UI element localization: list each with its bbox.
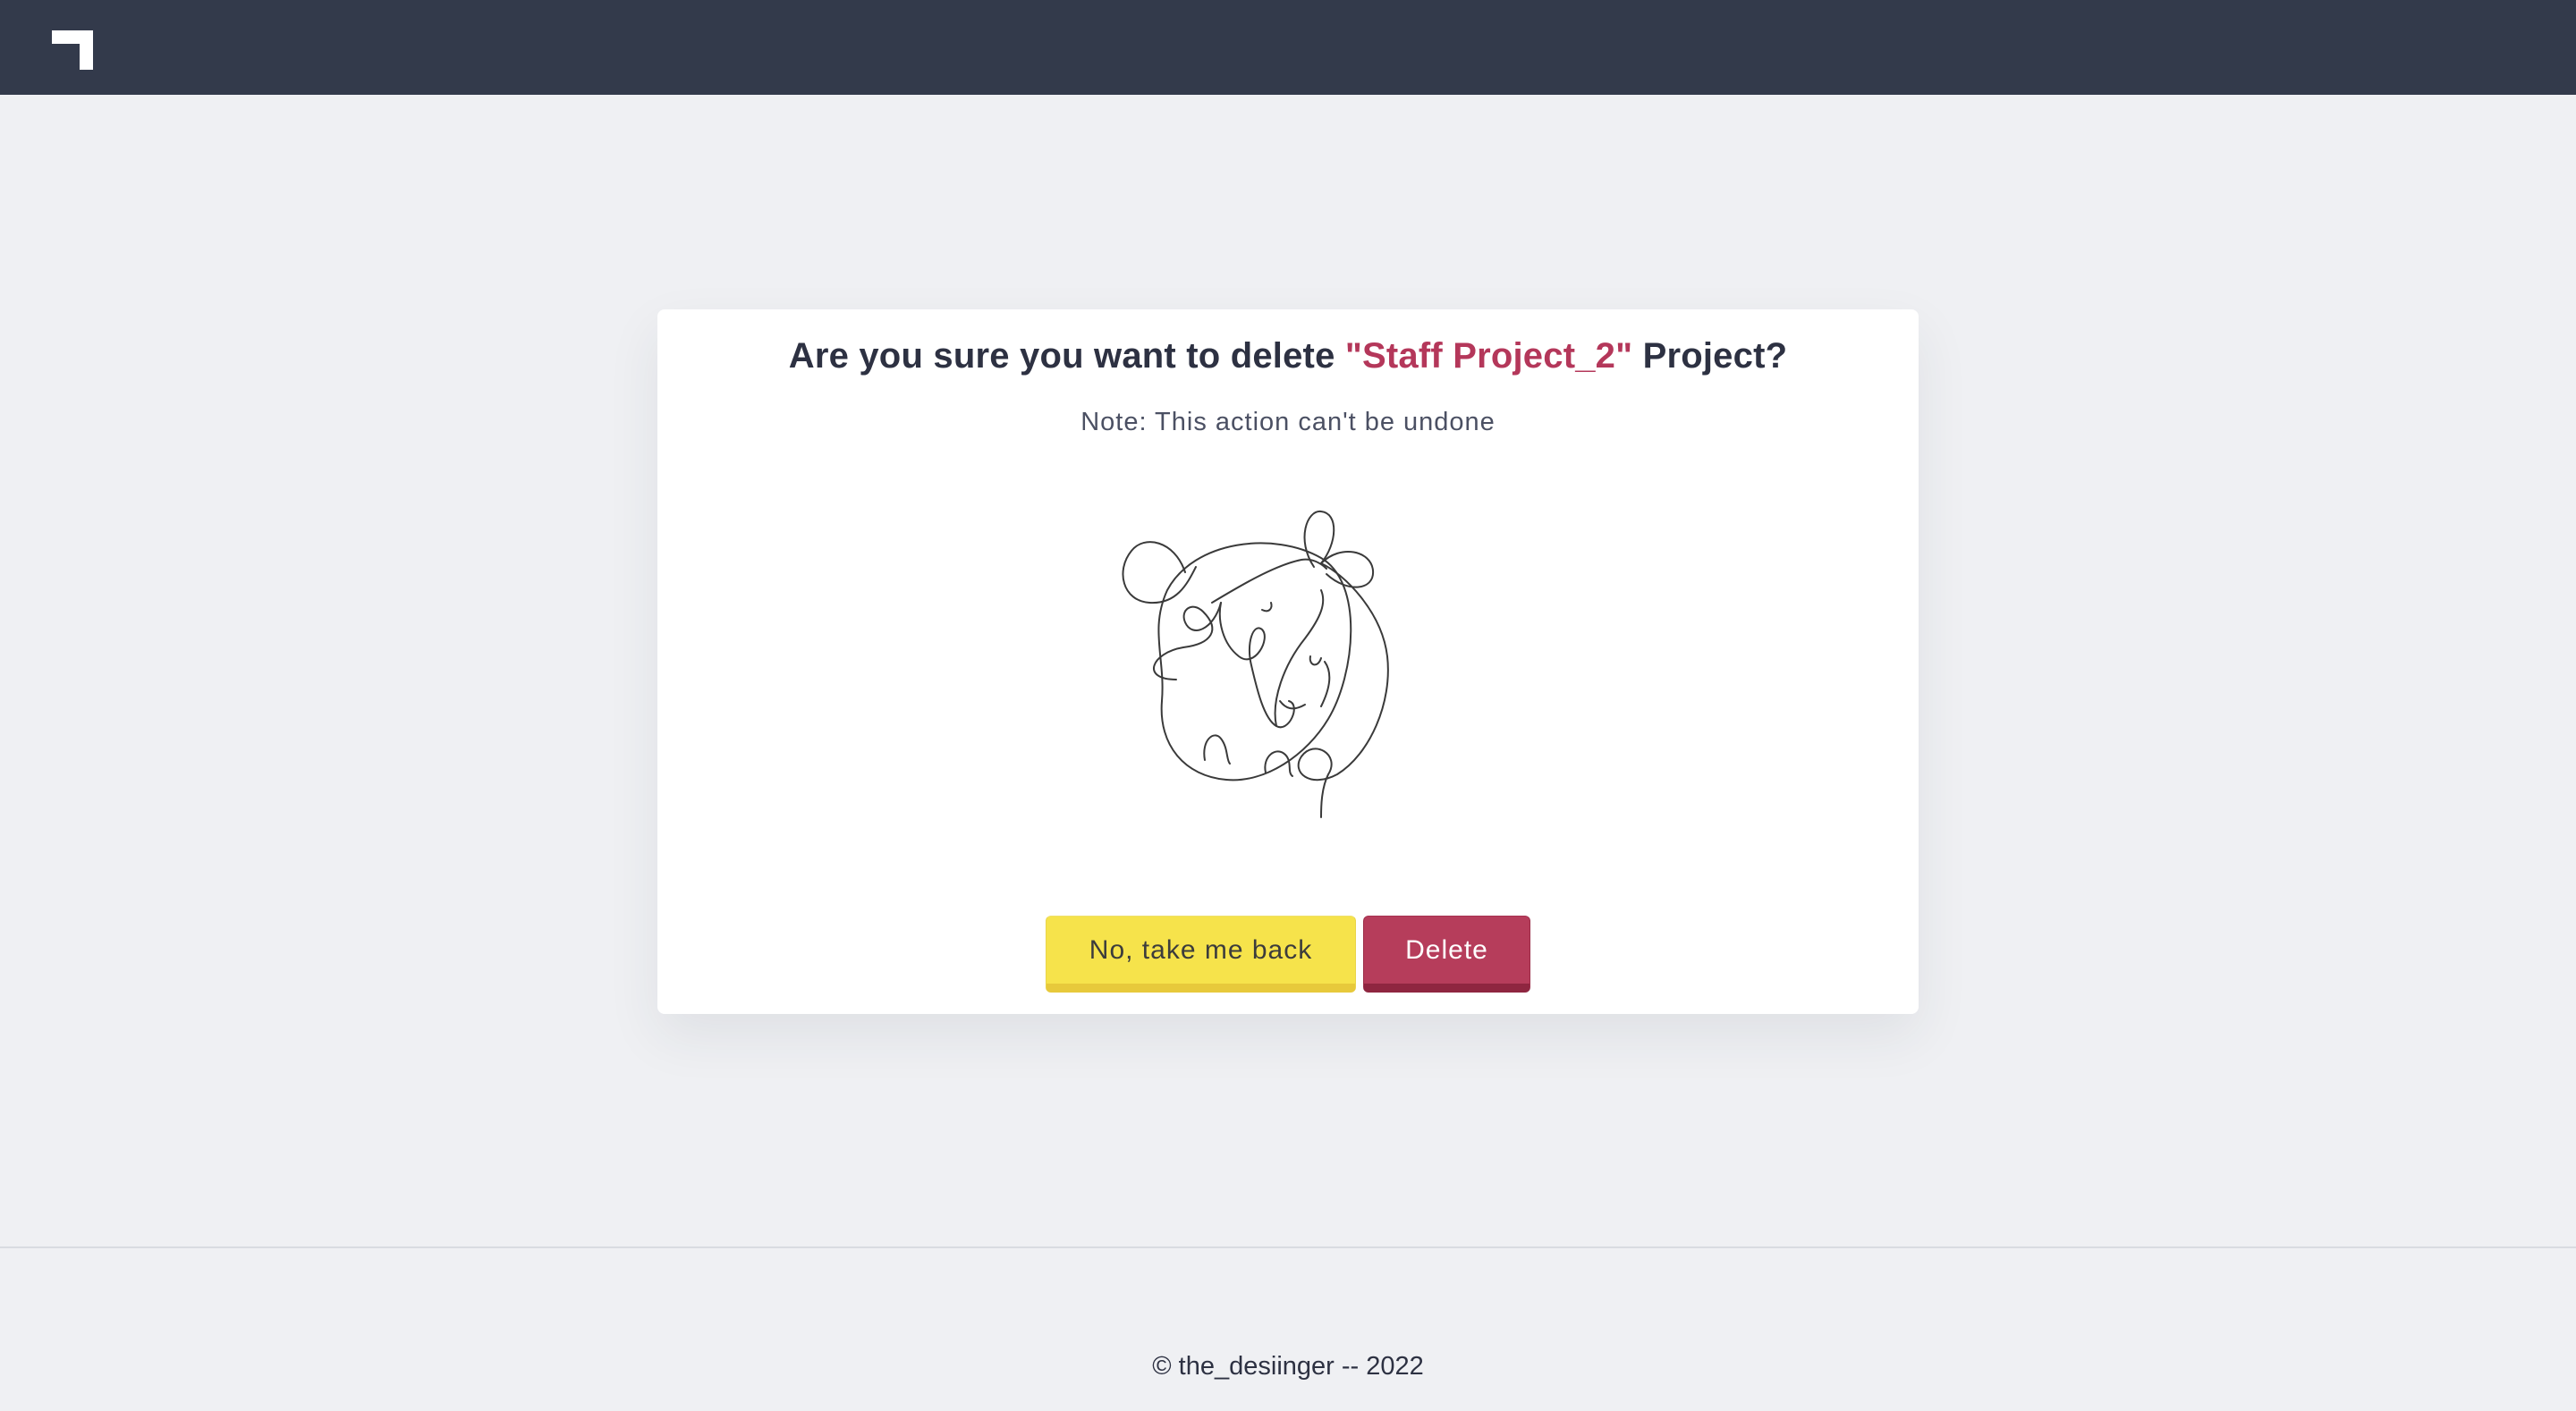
footer-copyright: © the_desiinger -- 2022: [1152, 1352, 1424, 1381]
delete-confirmation-dialog: Are you sure you want to delete "Staff P…: [657, 309, 1919, 1014]
scribble-illustration-icon: [1122, 510, 1389, 818]
top-navbar: [0, 0, 2576, 95]
delete-button[interactable]: Delete: [1363, 916, 1530, 993]
dialog-note: Note: This action can't be undone: [1080, 408, 1496, 436]
project-name: "Staff Project_2": [1344, 336, 1633, 376]
dialog-title: Are you sure you want to delete "Staff P…: [657, 336, 1919, 376]
title-suffix: Project?: [1632, 336, 1788, 376]
title-prefix: Are you sure you want to delete: [788, 336, 1345, 376]
take-me-back-button[interactable]: No, take me back: [1046, 916, 1356, 993]
logo-icon[interactable]: [52, 30, 93, 70]
footer-divider: [0, 1246, 2576, 1248]
